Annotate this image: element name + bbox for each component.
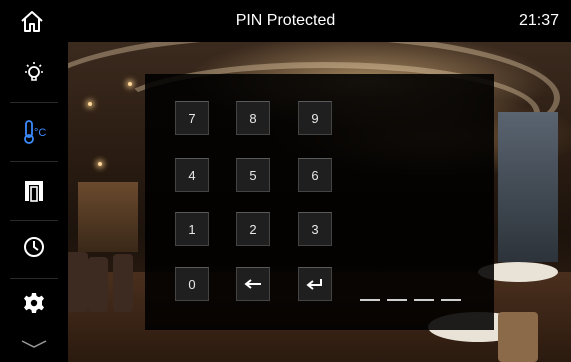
gear-icon [24, 293, 44, 313]
backspace-button[interactable] [236, 267, 270, 301]
sidebar-item-climate[interactable]: °C [0, 103, 68, 161]
key-4[interactable]: 4 [175, 158, 209, 192]
lightbulb-icon [25, 62, 43, 81]
chair [498, 312, 538, 362]
sidebar-item-settings[interactable] [0, 274, 68, 332]
sidebar-more-button[interactable] [0, 330, 68, 358]
top-bar: PIN Protected 21:37 [0, 0, 571, 42]
key-0[interactable]: 0 [175, 267, 209, 301]
pin-digit-slot [414, 299, 434, 301]
sidebar-item-blinds[interactable] [0, 162, 68, 220]
key-9[interactable]: 9 [298, 101, 332, 135]
ceiling-light [88, 102, 92, 106]
key-5[interactable]: 5 [236, 158, 270, 192]
page-title: PIN Protected [235, 12, 336, 29]
chair [68, 252, 88, 312]
key-2[interactable]: 2 [236, 212, 270, 246]
sidebar-item-scheduler[interactable] [0, 218, 68, 276]
clock-icon [24, 237, 44, 257]
pin-keypad-panel: 7 8 9 4 5 6 1 2 3 0 [145, 74, 494, 330]
pin-digit-slot [387, 299, 407, 301]
chevron-down-icon [21, 340, 47, 348]
pin-digit-slot [441, 299, 461, 301]
shutter-icon [25, 181, 43, 202]
key-7[interactable]: 7 [175, 101, 209, 135]
chair [113, 254, 133, 312]
sidebar-item-lighting[interactable] [0, 44, 68, 102]
window [498, 112, 558, 262]
clock-time: 21:37 [518, 12, 559, 29]
ceiling-light [98, 162, 102, 166]
chair [88, 257, 108, 312]
enter-button[interactable] [298, 267, 332, 301]
ceiling-light [128, 82, 132, 86]
key-6[interactable]: 6 [298, 158, 332, 192]
enter-icon [306, 279, 322, 290]
wine-rack [78, 182, 138, 252]
key-3[interactable]: 3 [298, 212, 332, 246]
thermometer-celsius-icon: °C [24, 120, 46, 144]
pin-digit-slot [360, 299, 380, 301]
sidebar: °C [0, 42, 68, 362]
key-1[interactable]: 1 [175, 212, 209, 246]
celsius-label: °C [34, 127, 46, 139]
backspace-arrow-icon [244, 279, 261, 289]
key-8[interactable]: 8 [236, 101, 270, 135]
